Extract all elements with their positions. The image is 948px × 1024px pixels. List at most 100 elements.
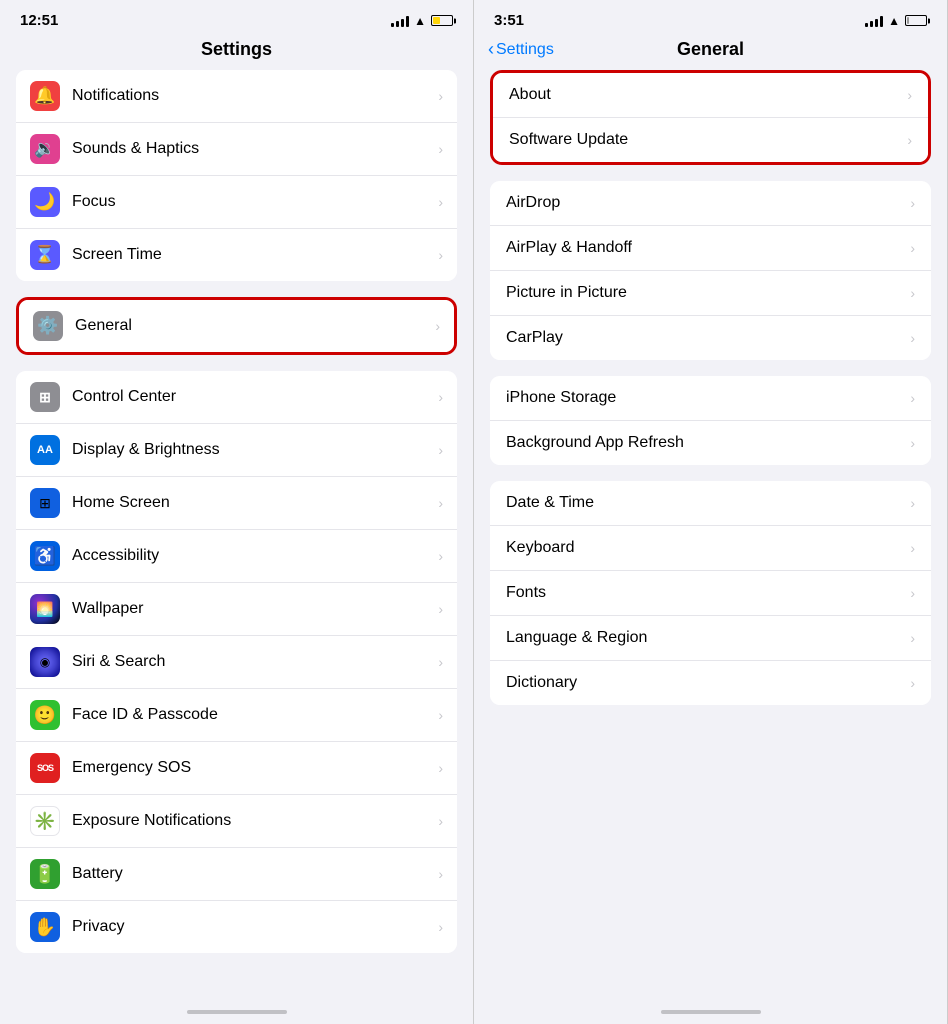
right-group-airdrop: AirDrop › AirPlay & Handoff › Picture in… — [490, 181, 931, 360]
back-chevron-icon: ‹ — [488, 39, 494, 60]
left-title-bar: Settings — [0, 35, 473, 70]
notifications-icon: 🔔 — [30, 81, 60, 111]
sounds-chevron: › — [438, 141, 443, 157]
right-item-datetime[interactable]: Date & Time › — [490, 481, 931, 526]
right-time: 3:51 — [494, 12, 524, 29]
siri-label: Siri & Search — [72, 653, 438, 671]
left-settings-scroll[interactable]: 🔔 Notifications › 🔉 Sounds & Haptics › 🌙… — [0, 70, 473, 1002]
general-chevron: › — [435, 318, 440, 334]
right-item-pip[interactable]: Picture in Picture › — [490, 271, 931, 316]
notifications-label: Notifications — [72, 87, 438, 105]
faceid-label: Face ID & Passcode — [72, 706, 438, 724]
datetime-label: Date & Time — [506, 494, 910, 512]
controlcenter-chevron: › — [438, 389, 443, 405]
right-status-icons: ▲ — [865, 14, 927, 28]
fonts-chevron: › — [910, 585, 915, 601]
airdrop-label: AirDrop — [506, 194, 910, 212]
right-page-title: General — [677, 39, 744, 60]
right-item-backgroundRefresh[interactable]: Background App Refresh › — [490, 421, 931, 465]
general-highlighted-group: ⚙️ General › — [16, 297, 457, 355]
sidebar-item-exposure[interactable]: ✳️ Exposure Notifications › — [16, 795, 457, 848]
datetime-chevron: › — [910, 495, 915, 511]
sidebar-item-privacy[interactable]: ✋ Privacy › — [16, 901, 457, 953]
left-page-title: Settings — [20, 39, 453, 60]
sidebar-item-focus[interactable]: 🌙 Focus › — [16, 176, 457, 229]
display-icon: AA — [30, 435, 60, 465]
notifications-chevron: › — [438, 88, 443, 104]
general-icon: ⚙️ — [33, 311, 63, 341]
right-group-datetime: Date & Time › Keyboard › Fonts › Languag… — [490, 481, 931, 705]
sidebar-item-wallpaper[interactable]: 🌅 Wallpaper › — [16, 583, 457, 636]
sidebar-item-general[interactable]: ⚙️ General › — [19, 300, 454, 352]
right-battery-status-icon — [905, 15, 927, 26]
right-item-carplay[interactable]: CarPlay › — [490, 316, 931, 360]
controlcenter-label: Control Center — [72, 388, 438, 406]
right-item-language[interactable]: Language & Region › — [490, 616, 931, 661]
airplay-chevron: › — [910, 240, 915, 256]
right-item-dictionary[interactable]: Dictionary › — [490, 661, 931, 705]
battery-icon-item: 🔋 — [30, 859, 60, 889]
sidebar-item-faceid[interactable]: 🙂 Face ID & Passcode › — [16, 689, 457, 742]
dictionary-label: Dictionary — [506, 674, 910, 692]
backgroundRefresh-chevron: › — [910, 435, 915, 451]
about-highlighted-group: About › Software Update › — [490, 70, 931, 165]
accessibility-chevron: › — [438, 548, 443, 564]
siri-chevron: › — [438, 654, 443, 670]
right-item-iphoneStorage[interactable]: iPhone Storage › — [490, 376, 931, 421]
exposure-chevron: › — [438, 813, 443, 829]
right-item-airplay[interactable]: AirPlay & Handoff › — [490, 226, 931, 271]
sidebar-item-sos[interactable]: SOS Emergency SOS › — [16, 742, 457, 795]
sidebar-item-display[interactable]: AA Display & Brightness › — [16, 424, 457, 477]
screentime-label: Screen Time — [72, 246, 438, 264]
carplay-label: CarPlay — [506, 329, 910, 347]
accessibility-icon: ♿ — [30, 541, 60, 571]
back-label: Settings — [496, 41, 554, 59]
carplay-chevron: › — [910, 330, 915, 346]
left-time: 12:51 — [20, 12, 58, 29]
sidebar-item-accessibility[interactable]: ♿ Accessibility › — [16, 530, 457, 583]
language-chevron: › — [910, 630, 915, 646]
back-button[interactable]: ‹ Settings — [488, 39, 554, 60]
right-item-about[interactable]: About › — [493, 73, 928, 118]
settings-group-3: ⊞ Control Center › AA Display & Brightne… — [16, 371, 457, 953]
left-status-bar: 12:51 ▲ — [0, 0, 473, 35]
right-item-fonts[interactable]: Fonts › — [490, 571, 931, 616]
right-item-softwareupdate[interactable]: Software Update › — [493, 118, 928, 162]
sidebar-item-siri[interactable]: ◉ Siri & Search › — [16, 636, 457, 689]
sidebar-item-sounds[interactable]: 🔉 Sounds & Haptics › — [16, 123, 457, 176]
pip-chevron: › — [910, 285, 915, 301]
sounds-icon: 🔉 — [30, 134, 60, 164]
display-chevron: › — [438, 442, 443, 458]
wifi-icon: ▲ — [414, 14, 426, 28]
airdrop-chevron: › — [910, 195, 915, 211]
right-settings-scroll[interactable]: About › Software Update › AirDrop › AirP… — [474, 70, 947, 1002]
sidebar-item-battery[interactable]: 🔋 Battery › — [16, 848, 457, 901]
signal-icon — [391, 15, 409, 27]
softwareupdate-chevron: › — [907, 132, 912, 148]
airplay-label: AirPlay & Handoff — [506, 239, 910, 257]
sidebar-item-homescreen[interactable]: ⊞ Home Screen › — [16, 477, 457, 530]
iphoneStorage-chevron: › — [910, 390, 915, 406]
right-item-airdrop[interactable]: AirDrop › — [490, 181, 931, 226]
pip-label: Picture in Picture — [506, 284, 910, 302]
right-item-keyboard[interactable]: Keyboard › — [490, 526, 931, 571]
homescreen-icon: ⊞ — [30, 488, 60, 518]
sidebar-item-screentime[interactable]: ⌛ Screen Time › — [16, 229, 457, 281]
battery-chevron: › — [438, 866, 443, 882]
sos-icon: SOS — [30, 753, 60, 783]
right-header: ‹ Settings General — [474, 35, 947, 70]
fonts-label: Fonts — [506, 584, 910, 602]
focus-chevron: › — [438, 194, 443, 210]
right-group-storage: iPhone Storage › Background App Refresh … — [490, 376, 931, 465]
privacy-label: Privacy — [72, 918, 438, 936]
sidebar-item-controlcenter[interactable]: ⊞ Control Center › — [16, 371, 457, 424]
keyboard-chevron: › — [910, 540, 915, 556]
dictionary-chevron: › — [910, 675, 915, 691]
sidebar-item-notifications[interactable]: 🔔 Notifications › — [16, 70, 457, 123]
wallpaper-label: Wallpaper — [72, 600, 438, 618]
left-status-icons: ▲ — [391, 14, 453, 28]
left-panel: 12:51 ▲ Settings 🔔 Notifications › — [0, 0, 474, 1024]
focus-icon: 🌙 — [30, 187, 60, 217]
wallpaper-chevron: › — [438, 601, 443, 617]
right-signal-icon — [865, 15, 883, 27]
